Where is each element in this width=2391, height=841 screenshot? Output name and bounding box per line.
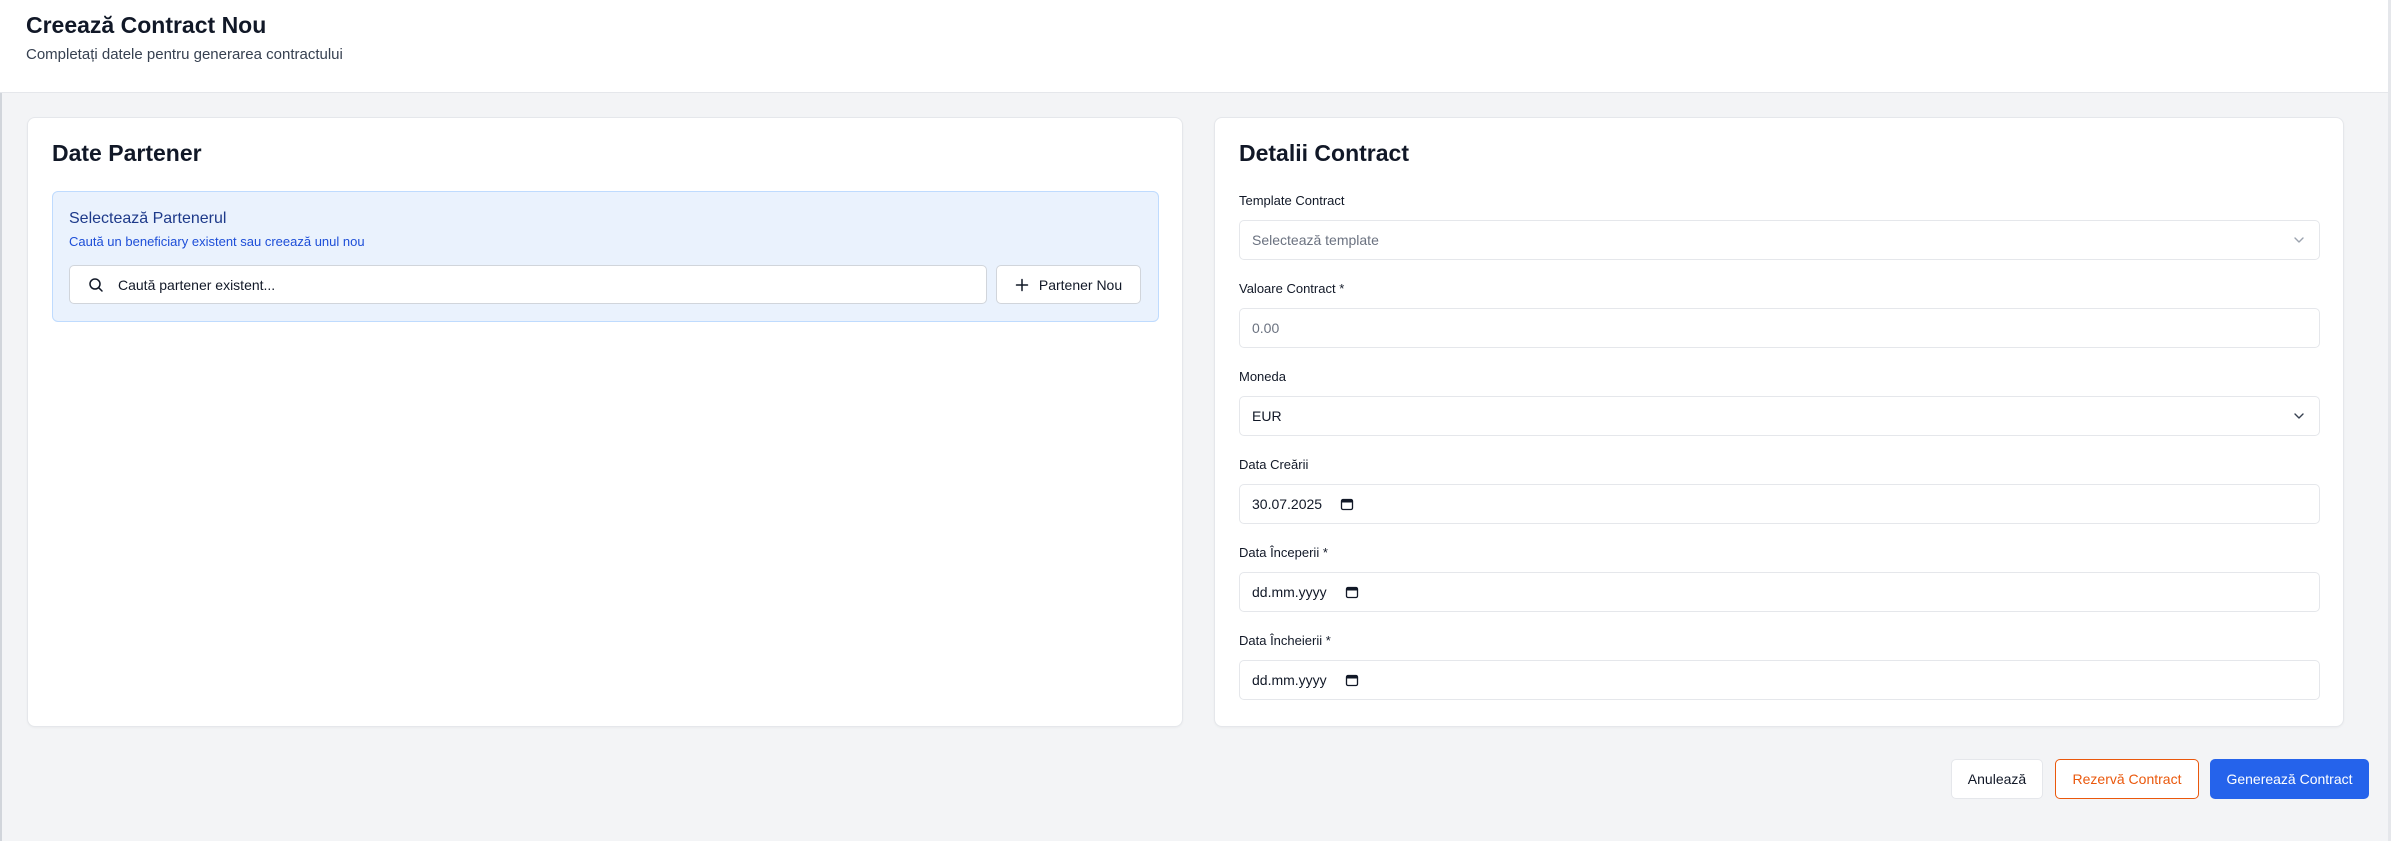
page-header: Creează Contract Nou Completați datele p… [0, 0, 2391, 93]
value-label: Valoare Contract * [1239, 281, 1345, 296]
currency-select-value: EUR [1252, 408, 1282, 424]
contract-card-title: Detalii Contract [1239, 140, 1409, 166]
start-date-input[interactable]: dd.mm.yyyy [1239, 572, 2320, 612]
search-icon [88, 277, 104, 293]
created-date-input[interactable]: 30.07.2025 [1239, 484, 2320, 524]
contract-value-input[interactable]: 0.00 [1239, 308, 2320, 348]
created-date-label: Data Creării [1239, 457, 1309, 472]
partner-select-description: Caută un beneficiary existent sau creeaz… [69, 234, 365, 249]
created-date-value: 30.07.2025 [1252, 496, 1323, 512]
template-select[interactable]: Selectează template [1239, 220, 2320, 260]
generate-contract-button[interactable]: Generează Contract [2210, 759, 2369, 799]
end-date-input[interactable]: dd.mm.yyyy [1239, 660, 2320, 700]
create-contract-page: Creează Contract Nou Completați datele p… [0, 0, 2391, 841]
currency-label: Moneda [1239, 369, 1286, 384]
partner-select-box: Selectează Partenerul Caută un beneficia… [52, 191, 1159, 322]
new-partner-label: Partener Nou [1038, 276, 1123, 293]
page-subtitle: Completați datele pentru generarea contr… [26, 46, 343, 63]
partner-select-title: Selectează Partenerul [69, 210, 227, 227]
reserve-contract-button[interactable]: Rezervă Contract [2055, 759, 2199, 799]
template-select-value: Selectează template [1252, 232, 1379, 248]
page-title: Creează Contract Nou [26, 12, 267, 38]
partner-search-field[interactable] [69, 265, 987, 304]
contract-value-placeholder: 0.00 [1252, 320, 1280, 336]
start-date-value: dd.mm.yyyy [1252, 584, 1327, 600]
main-content: Date Partener Selectează Partenerul Caut… [0, 93, 2391, 841]
plus-icon [1015, 278, 1029, 292]
calendar-icon[interactable] [1345, 585, 1359, 599]
calendar-icon[interactable] [1340, 497, 1354, 511]
partner-card-title: Date Partener [52, 140, 202, 166]
end-date-value: dd.mm.yyyy [1252, 672, 1327, 688]
new-partner-button[interactable]: Partener Nou [996, 265, 1141, 304]
calendar-icon[interactable] [1345, 673, 1359, 687]
cancel-button[interactable]: Anulează [1951, 759, 2043, 799]
currency-select[interactable]: EUR [1239, 396, 2320, 436]
chevron-down-icon [2293, 410, 2305, 422]
contract-details-card: Detalii Contract Template Contract Selec… [1214, 117, 2344, 727]
template-label: Template Contract [1239, 193, 1345, 208]
end-date-label: Data Încheierii * [1239, 633, 1331, 648]
start-date-label: Data Începerii * [1239, 545, 1328, 560]
chevron-down-icon [2293, 234, 2305, 246]
partner-search-input[interactable] [118, 276, 918, 293]
partner-card: Date Partener Selectează Partenerul Caut… [27, 117, 1183, 727]
